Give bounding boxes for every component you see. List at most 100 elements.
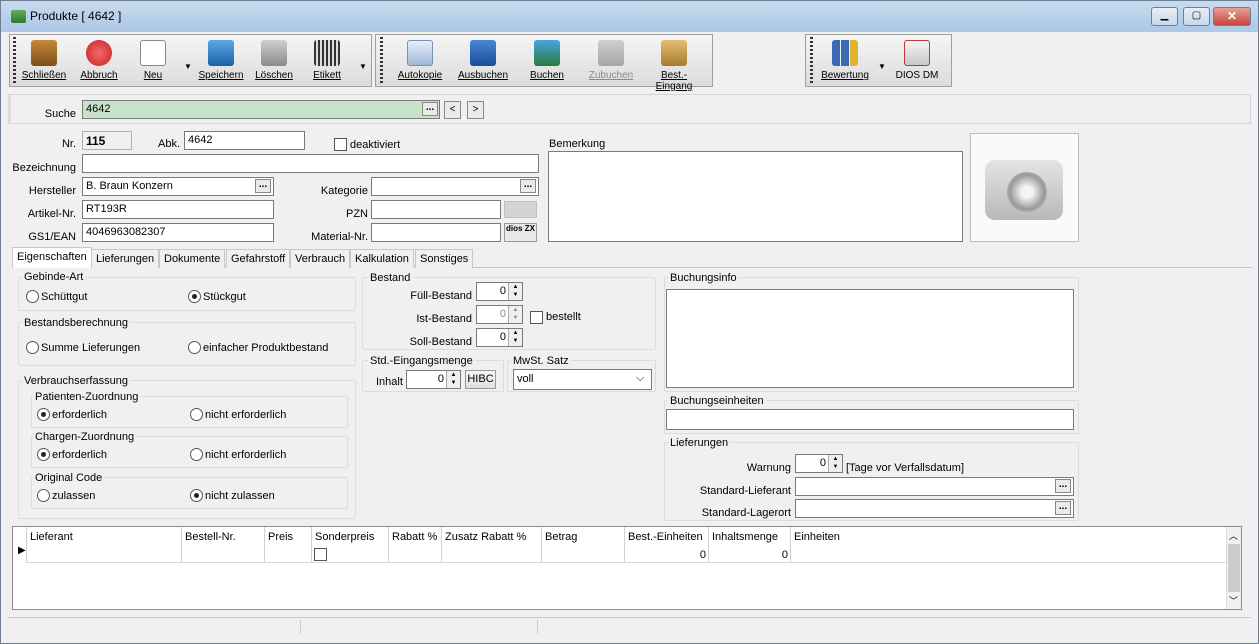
grid-header-preis[interactable]: Preis — [268, 531, 293, 543]
search-lookup-button[interactable]: ... — [422, 102, 438, 116]
prev-record-button[interactable]: < — [444, 101, 461, 119]
chargen-erforderlich-radio[interactable] — [37, 448, 50, 461]
tab-verbrauch[interactable]: Verbrauch — [290, 249, 351, 268]
grid-cell-inhaltsmenge[interactable]: 0 — [712, 549, 788, 561]
minimize-button[interactable]: ▁ — [1151, 7, 1178, 26]
spin-arrows-icon[interactable]: ▲ ▼ — [508, 283, 522, 300]
deaktiviert-checkbox[interactable] — [334, 138, 347, 151]
chargen-nicht-erforderlich-radio[interactable] — [190, 448, 203, 461]
tab-gefahrstoff[interactable]: Gefahrstoff — [226, 249, 291, 268]
schliessen-button[interactable]: Schließen — [20, 36, 68, 84]
grid-cell-best-einheiten[interactable]: 0 — [628, 549, 706, 561]
warnung-unit-label: [Tage vor Verfallsdatum] — [846, 462, 965, 474]
grid-header-best-einheiten[interactable]: Best.-Einheiten — [628, 531, 703, 543]
toolbar-grip[interactable] — [380, 37, 383, 84]
std-lieferant-lookup-button[interactable]: ... — [1055, 479, 1071, 493]
scroll-thumb[interactable] — [1228, 544, 1240, 592]
gs1-input[interactable]: 4046963082307 — [82, 223, 274, 242]
schuettgut-radio[interactable] — [26, 290, 39, 303]
patienten-nicht-erforderlich-radio[interactable] — [190, 408, 203, 421]
spin-arrows-icon[interactable]: ▲ ▼ — [508, 329, 522, 346]
title-bar — [1, 1, 1258, 32]
bestellt-checkbox[interactable] — [530, 311, 543, 324]
artikel-input[interactable]: RT193R — [82, 200, 274, 219]
warnung-stepper[interactable]: 0 ▲ ▼ — [795, 454, 843, 473]
trash-icon — [261, 40, 287, 66]
grid-header-bestell-nr[interactable]: Bestell-Nr. — [185, 531, 236, 543]
bemerkung-textarea[interactable] — [548, 151, 963, 242]
gebinde-title: Gebinde-Art — [22, 271, 86, 283]
std-lagerort-lookup-button[interactable]: ... — [1055, 501, 1071, 515]
grid-row-line — [26, 562, 1226, 563]
zubuchen-button[interactable]: Zubuchen — [585, 36, 637, 84]
std-lieferant-input[interactable] — [795, 477, 1074, 496]
etikett-dropdown-arrow[interactable]: ▼ — [359, 62, 367, 71]
std-lagerort-input[interactable] — [795, 499, 1074, 518]
kategorie-lookup-button[interactable]: ... — [520, 179, 536, 193]
stueckgut-radio[interactable] — [188, 290, 201, 303]
grid-header-betrag[interactable]: Betrag — [545, 531, 577, 543]
grid-header-rabatt[interactable]: Rabatt % — [392, 531, 437, 543]
tab-eigenschaften[interactable]: Eigenschaften — [12, 247, 92, 268]
einfacher-bestand-radio[interactable] — [188, 341, 201, 354]
material-input[interactable] — [371, 223, 501, 242]
tab-kalkulation[interactable]: Kalkulation — [350, 249, 414, 268]
grid-header-sonderpreis[interactable]: Sonderpreis — [315, 531, 374, 543]
nicht-zulassen-label: nicht zulassen — [205, 490, 275, 502]
scroll-up-icon[interactable]: ︿ — [1229, 529, 1238, 542]
bezeichnung-input[interactable] — [82, 154, 539, 173]
hibc-button[interactable]: HIBC — [465, 370, 496, 389]
buchen-button[interactable]: Buchen — [522, 36, 572, 84]
nicht-zulassen-radio[interactable] — [190, 489, 203, 502]
patienten-erforderlich-radio[interactable] — [37, 408, 50, 421]
scroll-down-icon[interactable]: ﹀ — [1229, 594, 1238, 607]
zulassen-radio[interactable] — [37, 489, 50, 502]
speichern-button[interactable]: Speichern — [195, 36, 247, 84]
best-eingang-button[interactable]: Best.-Eingang — [643, 36, 705, 92]
next-record-button[interactable]: > — [467, 101, 484, 119]
grid-header-einheiten[interactable]: Einheiten — [794, 531, 840, 543]
tab-sonstiges[interactable]: Sonstiges — [415, 249, 474, 268]
spin-arrows-icon[interactable]: ▲ ▼ — [508, 306, 522, 323]
dios-zx-button[interactable]: dios ZX — [504, 223, 537, 242]
inhalt-stepper[interactable]: 0 ▲ ▼ — [406, 370, 461, 389]
summe-lieferungen-radio[interactable] — [26, 341, 39, 354]
bewertung-dropdown-arrow[interactable]: ▼ — [878, 62, 886, 71]
close-button[interactable]: ✕ — [1213, 7, 1251, 26]
abbruch-button[interactable]: Abbruch — [74, 36, 124, 84]
chevron-down-icon[interactable]: ⌵ — [636, 372, 644, 385]
kategorie-input[interactable] — [371, 177, 539, 196]
buchungseinheiten-input[interactable] — [666, 409, 1074, 430]
spin-arrows-icon[interactable]: ▲ ▼ — [828, 455, 842, 472]
mwst-select[interactable]: voll — [513, 369, 652, 390]
tab-dokumente[interactable]: Dokumente — [159, 249, 226, 268]
grid-header-lieferant[interactable]: Lieferant — [30, 531, 73, 543]
autokopie-button[interactable]: Autokopie — [393, 36, 447, 84]
abk-input[interactable]: 4642 — [184, 131, 305, 150]
pzn-input[interactable] — [371, 200, 501, 219]
hersteller-lookup-button[interactable]: ... — [255, 179, 271, 193]
toolbar-grip[interactable] — [810, 37, 813, 84]
grid-header-zusatz-rabatt[interactable]: Zusatz Rabatt % — [445, 531, 526, 543]
etikett-button[interactable]: Etikett — [302, 36, 352, 84]
dios-dm-button[interactable]: DIOS DM — [890, 36, 944, 84]
search-input[interactable]: 4642 — [82, 100, 440, 119]
hersteller-input[interactable]: B. Braun Konzern — [82, 177, 274, 196]
abk-label: Abk. — [157, 138, 180, 150]
bewertung-button[interactable]: Bewertung — [818, 36, 872, 84]
tab-lieferungen[interactable]: Lieferungen — [91, 249, 160, 268]
neu-dropdown-arrow[interactable]: ▼ — [184, 62, 192, 71]
toolbar-grip[interactable] — [13, 37, 16, 84]
soll-bestand-stepper[interactable]: 0 ▲ ▼ — [476, 328, 523, 347]
maximize-button[interactable]: ▢ — [1183, 7, 1210, 26]
ausbuchen-button[interactable]: Ausbuchen — [455, 36, 511, 84]
neu-button[interactable]: Neu — [128, 36, 178, 84]
ist-bestand-stepper[interactable]: 0 ▲ ▼ — [476, 305, 523, 324]
inhalt-label: Inhalt — [376, 376, 403, 388]
loeschen-button[interactable]: Löschen — [250, 36, 298, 84]
spin-arrows-icon[interactable]: ▲ ▼ — [446, 371, 460, 388]
sonderpreis-checkbox[interactable] — [314, 548, 327, 561]
buchungsinfo-textarea[interactable] — [666, 289, 1074, 388]
fuell-bestand-stepper[interactable]: 0 ▲ ▼ — [476, 282, 523, 301]
grid-header-inhaltsmenge[interactable]: Inhaltsmenge — [712, 531, 778, 543]
